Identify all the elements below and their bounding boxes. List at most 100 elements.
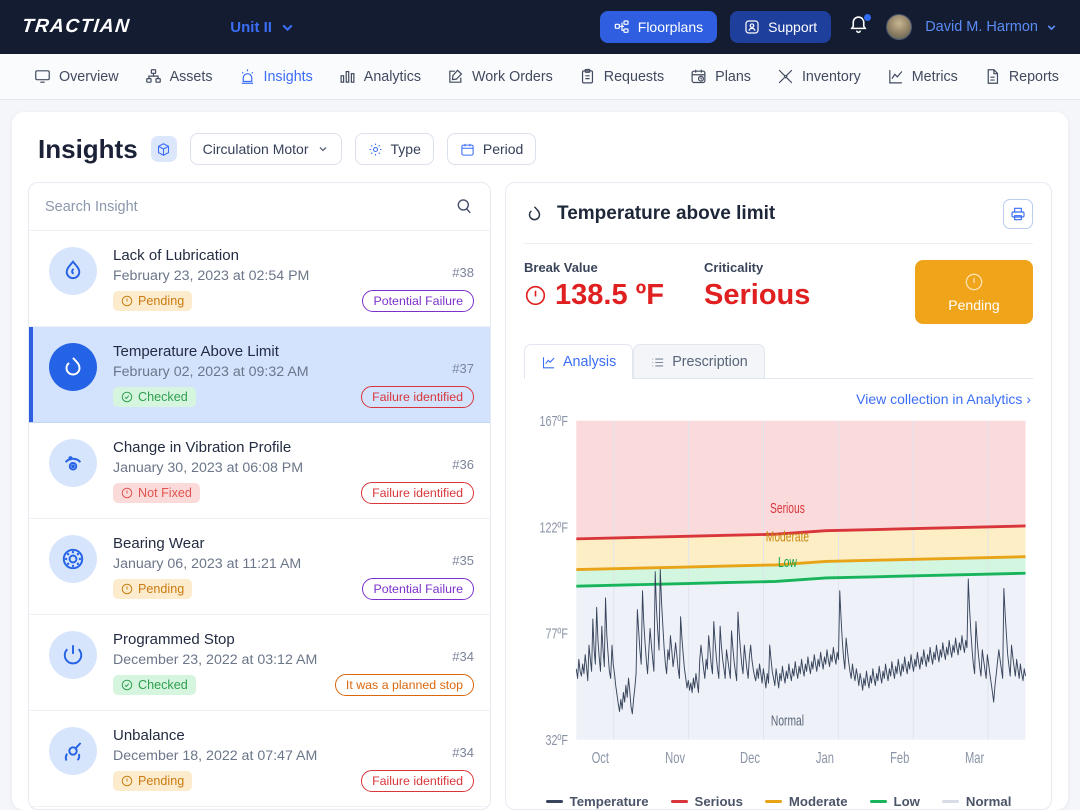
- check-circle-icon: [121, 679, 133, 691]
- user-menu[interactable]: David M. Harmon: [925, 19, 1058, 35]
- legend-item-serious[interactable]: Serious: [671, 794, 743, 809]
- status-button-label: Pending: [948, 297, 999, 313]
- insight-row[interactable]: Change in Vibration ProfileJanuary 30, 2…: [29, 423, 490, 519]
- asset-cube-badge[interactable]: [151, 136, 177, 162]
- edit-square-icon: [447, 68, 464, 85]
- nav-item-requests[interactable]: Requests: [579, 68, 664, 85]
- insight-row[interactable]: Lack of LubricationFebruary 23, 2023 at …: [29, 231, 490, 327]
- view-link-label: View collection in Analytics: [856, 391, 1022, 407]
- search-row: [29, 183, 490, 231]
- nav-item-label: Reports: [1009, 69, 1059, 85]
- print-button[interactable]: [1003, 199, 1033, 229]
- legend-item-normal[interactable]: Normal: [942, 794, 1011, 809]
- page-header: Insights Circulation Motor Type Period: [26, 128, 1054, 170]
- period-filter-label: Period: [483, 141, 523, 157]
- floorplans-label: Floorplans: [638, 19, 703, 35]
- printer-icon: [1010, 206, 1026, 222]
- period-filter[interactable]: Period: [447, 133, 536, 165]
- y-tick-label: 77ºF: [545, 625, 567, 642]
- nav-item-reports[interactable]: Reports: [984, 68, 1059, 85]
- nav-item-assets[interactable]: Assets: [145, 68, 213, 85]
- insight-date: February 02, 2023 at 09:32 AM: [113, 364, 345, 380]
- temperature-chart: SeriousModerateLowNormal167ºF122ºF77ºF32…: [524, 413, 1033, 784]
- flame-icon: [524, 204, 545, 225]
- nav-item-label: Work Orders: [472, 69, 553, 85]
- insight-row-right: #34Failure identified: [361, 727, 474, 792]
- chevron-down-icon: [1045, 21, 1058, 34]
- unit-label: Unit II: [230, 19, 272, 36]
- tab-label: Prescription: [672, 354, 748, 370]
- insight-row[interactable]: Bearing WearJanuary 06, 2023 at 11:21 AM…: [29, 519, 490, 615]
- insight-row[interactable]: UnbalanceDecember 18, 2022 at 07:47 AMPe…: [29, 711, 490, 807]
- notifications-button[interactable]: [844, 12, 873, 42]
- floorplans-button[interactable]: Floorplans: [600, 11, 717, 43]
- main-nav: Overview Assets Insights Analytics Work Orde…: [0, 54, 1080, 100]
- asset-filter[interactable]: Circulation Motor: [190, 133, 342, 165]
- insight-number: #35: [452, 553, 474, 568]
- insight-row[interactable]: Programmed StopDecember 23, 2022 at 03:1…: [29, 615, 490, 711]
- insight-number: #37: [452, 361, 474, 376]
- nav-item-label: Inventory: [802, 69, 861, 85]
- insight-verdict-badge: Failure identified: [361, 386, 474, 408]
- insight-verdict-badge: It was a planned stop: [335, 674, 474, 696]
- cube-icon: [156, 142, 171, 157]
- top-bar: TRACTIAN Unit II Floorplans Support Davi…: [0, 0, 1080, 54]
- legend-swatch: [870, 800, 887, 803]
- band-label: Normal: [771, 713, 804, 729]
- insight-verdict-badge: Failure identified: [361, 482, 474, 504]
- alert-circle-icon: [121, 295, 133, 307]
- search-input[interactable]: [45, 199, 447, 215]
- nav-item-inventory[interactable]: Inventory: [777, 68, 861, 85]
- check-circle-icon: [121, 391, 133, 403]
- nav-item-label: Insights: [264, 69, 313, 85]
- support-label: Support: [768, 19, 817, 35]
- unit-selector[interactable]: Unit II: [230, 19, 296, 36]
- calendar-clock-icon: [690, 68, 707, 85]
- avatar[interactable]: [886, 14, 912, 40]
- chevron-down-icon: [317, 143, 329, 155]
- nav-item-label: Metrics: [912, 69, 958, 85]
- insight-detail-panel: Temperature above limit Break Value 138.…: [505, 182, 1052, 810]
- y-tick-label: 122ºF: [540, 519, 568, 536]
- band-serious: [576, 421, 1025, 539]
- view-in-analytics-link[interactable]: View collection in Analytics ›: [524, 379, 1033, 413]
- page-title: Insights: [38, 134, 138, 165]
- nav-item-plans[interactable]: Plans: [690, 68, 751, 85]
- status-button[interactable]: Pending: [915, 260, 1033, 324]
- insight-status-badge: Pending: [113, 771, 192, 791]
- insight-row-right: #38Potential Failure: [362, 247, 474, 312]
- nav-item-insights[interactable]: Insights: [239, 68, 313, 85]
- tab-analysis[interactable]: Analysis: [524, 344, 633, 379]
- droplet-icon: [60, 258, 86, 284]
- nav-item-work-orders[interactable]: Work Orders: [447, 68, 553, 85]
- type-filter[interactable]: Type: [355, 133, 434, 165]
- nav-item-label: Analytics: [364, 69, 421, 85]
- gear-icon: [368, 142, 383, 157]
- siren-icon: [239, 68, 256, 85]
- insight-row-right: #35Potential Failure: [362, 535, 474, 600]
- alert-circle-icon: [121, 487, 133, 499]
- tab-prescription[interactable]: Prescription: [633, 344, 765, 379]
- detail-title: Temperature above limit: [557, 203, 775, 225]
- insight-date: December 23, 2022 at 03:12 AM: [113, 652, 319, 668]
- nav-item-metrics[interactable]: Metrics: [887, 68, 958, 85]
- alert-circle-icon: [121, 775, 133, 787]
- legend-item-low[interactable]: Low: [870, 794, 920, 809]
- nav-item-overview[interactable]: Overview: [34, 68, 119, 85]
- legend-item-temperature[interactable]: Temperature: [546, 794, 649, 809]
- insight-type-icon-wrap: [49, 343, 97, 391]
- insight-row[interactable]: Temperature Above LimitFebruary 02, 2023…: [29, 327, 490, 423]
- nav-item-label: Overview: [59, 69, 119, 85]
- type-filter-label: Type: [391, 141, 421, 157]
- band-label: Serious: [770, 500, 805, 516]
- search-icon[interactable]: [455, 197, 474, 216]
- nav-item-label: Requests: [604, 69, 664, 85]
- insight-verdict-badge: Failure identified: [361, 770, 474, 792]
- nav-item-analytics[interactable]: Analytics: [339, 68, 421, 85]
- insight-type-icon-wrap: [49, 247, 97, 295]
- support-button[interactable]: Support: [730, 11, 831, 43]
- band-label: Low: [778, 555, 798, 571]
- insight-title: Unbalance: [113, 727, 345, 744]
- insight-row-body: Change in Vibration ProfileJanuary 30, 2…: [113, 439, 345, 504]
- legend-item-moderate[interactable]: Moderate: [765, 794, 848, 809]
